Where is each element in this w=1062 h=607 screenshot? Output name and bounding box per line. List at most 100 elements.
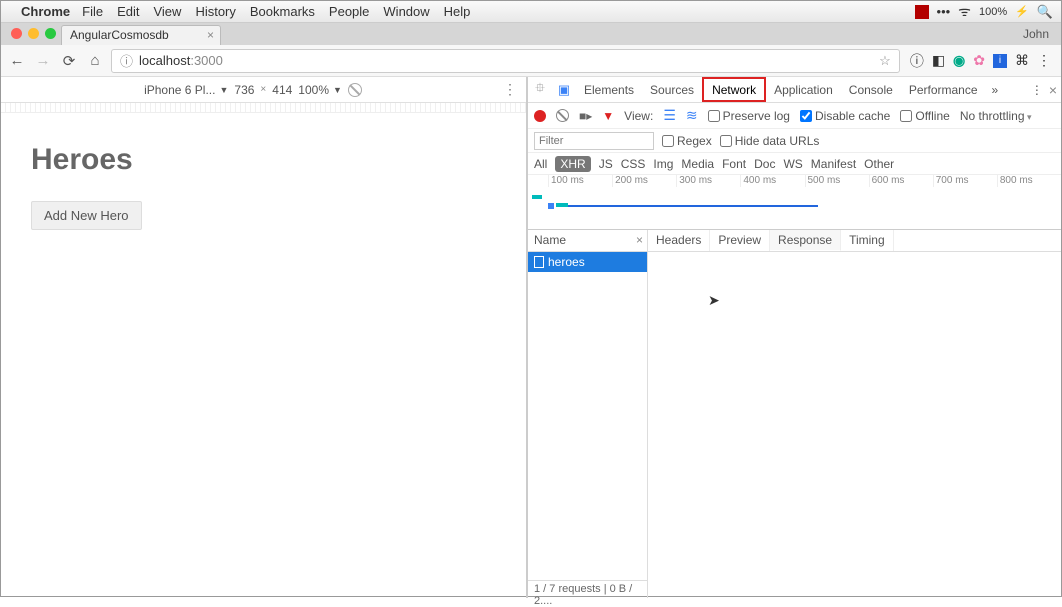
offline-checkbox[interactable]: Offline <box>900 109 949 123</box>
large-view-icon[interactable]: ☰ <box>663 107 676 124</box>
type-manifest[interactable]: Manifest <box>811 157 856 171</box>
menu-view[interactable]: View <box>153 4 181 19</box>
device-menu-icon[interactable]: ⋮ <box>503 81 518 98</box>
type-xhr[interactable]: XHR <box>555 156 590 172</box>
ext-green-icon[interactable]: ◉ <box>953 52 965 69</box>
menu-edit[interactable]: Edit <box>117 4 139 19</box>
throttling-select[interactable]: No throttling <box>960 109 1032 123</box>
menu-window[interactable]: Window <box>383 4 429 19</box>
detail-tab-response[interactable]: Response <box>770 230 841 251</box>
detail-body: ➤ <box>648 252 1061 598</box>
regex-checkbox[interactable]: Regex <box>662 134 712 148</box>
page-ruler <box>1 103 526 113</box>
status-red-icon[interactable] <box>915 5 929 19</box>
tab-title: AngularCosmosdb <box>70 28 169 42</box>
page-viewport: iPhone 6 Pl... 736 × 414 100% ⋮ Heroes A… <box>1 77 527 598</box>
type-media[interactable]: Media <box>681 157 714 171</box>
maximize-window-icon[interactable] <box>45 28 56 39</box>
rotate-icon[interactable] <box>348 83 362 97</box>
request-detail: Headers Preview Response Timing ➤ <box>648 230 1061 598</box>
tab-sources[interactable]: Sources <box>642 77 702 102</box>
home-button[interactable]: ⌂ <box>85 52 105 69</box>
tab-console[interactable]: Console <box>841 77 901 102</box>
devtools-menu-icon[interactable]: ⋮ <box>1031 83 1043 97</box>
detail-tab-preview[interactable]: Preview <box>710 230 770 251</box>
add-hero-button[interactable]: Add New Hero <box>31 201 142 230</box>
devtools-tabs: ⯐ ▣ Elements Sources Network Application… <box>528 77 1061 103</box>
wifi-icon[interactable]: ᯤ <box>958 2 971 21</box>
device-toggle-icon[interactable]: ▣ <box>552 82 576 98</box>
filter-icon[interactable]: ▼ <box>602 109 614 123</box>
bookmark-star-icon[interactable]: ☆ <box>879 53 891 69</box>
page-heading: Heroes <box>31 143 496 177</box>
ext-eye-icon[interactable]: ⌘ <box>1015 52 1029 69</box>
menu-people[interactable]: People <box>329 4 369 19</box>
type-other[interactable]: Other <box>864 157 894 171</box>
tab-application[interactable]: Application <box>766 77 841 102</box>
ext-info-icon[interactable]: ⓘ <box>910 51 924 71</box>
mac-menu-bar: Chrome File Edit View History Bookmarks … <box>1 1 1061 23</box>
hide-data-urls-checkbox[interactable]: Hide data URLs <box>720 134 820 148</box>
screenshot-icon[interactable]: ■▸ <box>579 109 592 123</box>
type-css[interactable]: CSS <box>621 157 646 171</box>
inspect-icon[interactable]: ⯐ <box>528 79 552 101</box>
menu-app[interactable]: Chrome <box>21 4 70 19</box>
chrome-tab-bar: AngularCosmosdb × John <box>1 23 1061 45</box>
browser-tab[interactable]: AngularCosmosdb × <box>61 25 221 45</box>
spotlight-icon[interactable]: 🔍 <box>1037 4 1053 20</box>
ext-pink-icon[interactable]: ✿ <box>973 52 985 69</box>
overview-icon[interactable]: ≋ <box>686 107 698 124</box>
reload-button[interactable]: ⟳ <box>59 52 79 70</box>
type-ws[interactable]: WS <box>783 157 802 171</box>
type-img[interactable]: Img <box>653 157 673 171</box>
menu-bookmarks[interactable]: Bookmarks <box>250 4 315 19</box>
network-status-bar: 1 / 7 requests | 0 B / 2.... <box>528 580 647 598</box>
close-window-icon[interactable] <box>11 28 22 39</box>
zoom-select[interactable]: 100% <box>298 83 342 97</box>
menu-file[interactable]: File <box>82 4 103 19</box>
tick: 600 ms <box>869 175 933 187</box>
list-header-name[interactable]: Name × <box>528 230 647 252</box>
type-doc[interactable]: Doc <box>754 157 775 171</box>
url-port: :3000 <box>190 53 223 68</box>
menu-history[interactable]: History <box>195 4 235 19</box>
type-all[interactable]: All <box>534 157 547 171</box>
network-timeline[interactable]: 100 ms 200 ms 300 ms 400 ms 500 ms 600 m… <box>528 175 1061 230</box>
type-font[interactable]: Font <box>722 157 746 171</box>
type-js[interactable]: JS <box>599 157 613 171</box>
ext-square-icon[interactable]: ◧ <box>932 52 945 69</box>
device-height[interactable]: 414 <box>272 83 292 97</box>
chrome-menu-icon[interactable]: ⋮ <box>1037 52 1051 69</box>
close-tab-icon[interactable]: × <box>207 28 214 42</box>
filter-input[interactable] <box>534 132 654 150</box>
request-row[interactable]: heroes <box>528 252 647 272</box>
detail-tab-timing[interactable]: Timing <box>841 230 894 251</box>
battery-icon: ⚡ <box>1015 5 1029 18</box>
tab-performance[interactable]: Performance <box>901 77 986 102</box>
url-host: localhost <box>139 53 190 68</box>
chrome-profile[interactable]: John <box>1023 27 1055 41</box>
status-dots[interactable]: ••• <box>937 4 951 19</box>
minimize-window-icon[interactable] <box>28 28 39 39</box>
device-select[interactable]: iPhone 6 Pl... <box>144 83 228 97</box>
preserve-log-checkbox[interactable]: Preserve log <box>708 109 790 123</box>
devtools-close-icon[interactable]: × <box>1049 82 1057 98</box>
network-type-filters: All XHR JS CSS Img Media Font Doc WS Man… <box>528 153 1061 175</box>
tab-elements[interactable]: Elements <box>576 77 642 102</box>
disable-cache-checkbox[interactable]: Disable cache <box>800 109 890 123</box>
clear-button[interactable] <box>556 109 569 122</box>
tabs-more-icon[interactable]: » <box>986 83 1005 97</box>
omnibox[interactable]: ⓘ localhost:3000 ☆ <box>111 49 900 73</box>
detail-tab-headers[interactable]: Headers <box>648 230 710 251</box>
back-button[interactable]: ← <box>7 52 27 69</box>
menu-help[interactable]: Help <box>444 4 471 19</box>
device-width[interactable]: 736 <box>234 83 254 97</box>
tab-network[interactable]: Network <box>702 77 766 102</box>
request-name: heroes <box>548 255 585 269</box>
site-info-icon[interactable]: ⓘ <box>120 51 133 70</box>
address-bar: ← → ⟳ ⌂ ⓘ localhost:3000 ☆ ⓘ ◧ ◉ ✿ i ⌘ ⋮ <box>1 45 1061 77</box>
forward-button[interactable]: → <box>33 52 53 69</box>
close-detail-icon[interactable]: × <box>636 233 643 247</box>
record-button[interactable] <box>534 110 546 122</box>
ext-blue-icon[interactable]: i <box>993 54 1007 68</box>
